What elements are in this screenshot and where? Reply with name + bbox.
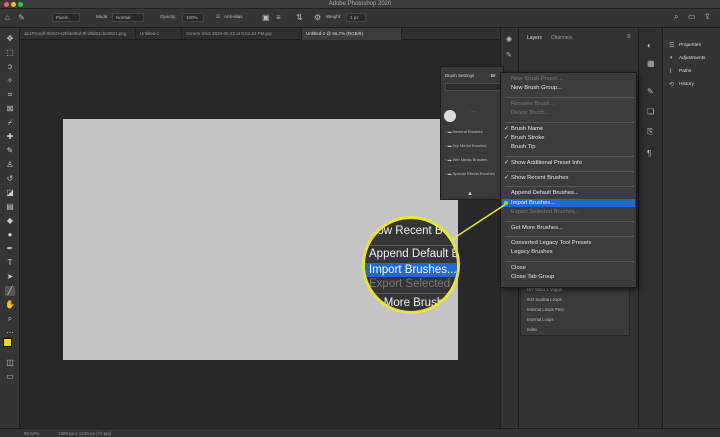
magnifier-callout: how Recent B Append Default B Import Bru… bbox=[362, 216, 460, 314]
zoom-separator bbox=[365, 293, 457, 294]
zoom-export-selected-text: Export Selected B bbox=[369, 278, 460, 290]
zoom-import-brushes-text: Import Brushes... bbox=[369, 264, 457, 276]
callout-connector bbox=[450, 200, 509, 241]
zoom-show-recent-text: how Recent B bbox=[371, 225, 443, 237]
zoom-get-more-text: et More Brush bbox=[371, 297, 444, 309]
callout-line bbox=[450, 203, 507, 241]
zoom-separator bbox=[365, 245, 457, 246]
zoom-append-default-text: Append Default B bbox=[369, 248, 460, 260]
callout-dot bbox=[503, 200, 509, 206]
